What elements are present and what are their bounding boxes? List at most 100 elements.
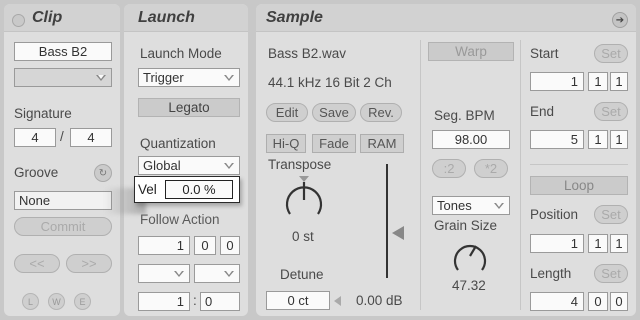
follow-action-b-dropdown[interactable] — [194, 264, 240, 283]
velocity-label: Vel — [138, 182, 157, 197]
sample-panel: Sample ➔ Bass B2.wav 44.1 kHz 16 Bit 2 C… — [256, 4, 636, 316]
warp-mode-value: Tones — [437, 198, 472, 213]
start-sixteenths[interactable]: 1 — [610, 72, 628, 91]
follow-chance-b[interactable]: 0 — [200, 292, 240, 311]
clip-activator-icon[interactable] — [12, 14, 25, 27]
separator-vertical — [420, 40, 421, 310]
clip-title: Clip — [32, 9, 63, 26]
fade-button[interactable]: Fade — [312, 134, 356, 153]
loop-button[interactable]: Loop — [530, 176, 628, 195]
grain-size-value: 47.32 — [452, 278, 486, 293]
half-tempo-button[interactable]: :2 — [432, 159, 466, 178]
next-button[interactable]: >> — [66, 254, 112, 273]
gain-slider-track[interactable] — [386, 164, 388, 278]
hiq-button[interactable]: Hi-Q — [266, 134, 306, 153]
detune-label: Detune — [280, 267, 324, 282]
chevron-down-icon — [174, 271, 184, 277]
edit-button[interactable]: Edit — [266, 103, 308, 122]
signature-denominator[interactable]: 4 — [70, 128, 112, 147]
launch-title: Launch — [138, 9, 195, 26]
follow-action-a-dropdown[interactable] — [138, 264, 190, 283]
start-bars[interactable]: 1 — [530, 72, 584, 91]
sample-title: Sample — [266, 9, 323, 26]
signature-numerator[interactable]: 4 — [14, 128, 56, 147]
warp-button[interactable]: Warp — [428, 42, 514, 61]
length-set-button[interactable]: Set — [594, 264, 628, 283]
chevron-down-icon — [224, 75, 234, 81]
start-beats[interactable]: 1 — [588, 72, 608, 91]
grain-size-knob[interactable] — [450, 238, 490, 274]
follow-time-bars[interactable]: 1 — [138, 236, 190, 255]
gain-slider-handle-icon[interactable] — [392, 226, 404, 240]
expand-arrow-icon[interactable]: ➔ — [612, 12, 628, 28]
save-button[interactable]: Save — [312, 103, 356, 122]
rev-button[interactable]: Rev. — [360, 103, 402, 122]
groove-hot-swap-icon[interactable]: ↻ — [94, 164, 112, 182]
quantization-label: Quantization — [140, 136, 216, 151]
follow-chance-separator: : — [193, 293, 197, 308]
clip-name-field[interactable]: Bass B2 — [14, 42, 112, 61]
transpose-indicator-icon — [299, 176, 309, 182]
prev-button[interactable]: << — [14, 254, 60, 273]
warp-mode-dropdown[interactable]: Tones — [432, 196, 510, 215]
sample-format: 44.1 kHz 16 Bit 2 Ch — [268, 75, 392, 90]
end-beats[interactable]: 1 — [588, 130, 608, 149]
sample-filename: Bass B2.wav — [268, 46, 347, 61]
launch-mode-dropdown[interactable]: Trigger — [138, 68, 240, 87]
follow-chance-a[interactable]: 1 — [138, 292, 190, 311]
transpose-knob[interactable] — [280, 176, 328, 220]
clip-box-l-icon[interactable]: L — [22, 293, 39, 310]
length-bars[interactable]: 4 — [530, 292, 584, 311]
double-tempo-button[interactable]: *2 — [474, 159, 508, 178]
launch-mode-label: Launch Mode — [140, 46, 222, 61]
velocity-field[interactable]: 0.0 % — [165, 180, 233, 199]
chevron-down-icon — [224, 271, 234, 277]
clip-color-dropdown[interactable] — [14, 68, 112, 87]
transpose-label: Transpose — [268, 157, 332, 172]
launch-panel: Launch Launch Mode Trigger Legato Quanti… — [124, 4, 248, 316]
follow-time-beats[interactable]: 0 — [194, 236, 216, 255]
separator-vertical — [520, 40, 521, 310]
clip-box-e-icon[interactable]: E — [74, 293, 91, 310]
end-sixteenths[interactable]: 1 — [610, 130, 628, 149]
detune-field[interactable]: 0 ct — [266, 291, 330, 310]
length-beats[interactable]: 0 — [588, 292, 608, 311]
chevron-down-icon — [96, 75, 106, 81]
end-label: End — [530, 104, 555, 119]
position-set-button[interactable]: Set — [594, 205, 628, 224]
commit-button[interactable]: Commit — [14, 217, 112, 236]
length-sixteenths[interactable]: 0 — [610, 292, 628, 311]
chevron-down-icon — [224, 163, 234, 169]
position-bars[interactable]: 1 — [530, 234, 584, 253]
groove-field[interactable]: None — [14, 191, 112, 210]
grain-size-label: Grain Size — [434, 218, 498, 233]
end-set-button[interactable]: Set — [594, 102, 628, 121]
end-bars[interactable]: 5 — [530, 130, 584, 149]
transpose-value: 0 st — [292, 229, 314, 244]
chevron-down-icon — [494, 203, 504, 209]
start-label: Start — [530, 46, 559, 61]
separator-horizontal — [530, 164, 628, 165]
seg-bpm-field[interactable]: 98.00 — [432, 130, 510, 149]
signature-label: Signature — [14, 106, 72, 121]
launch-mode-value: Trigger — [143, 70, 184, 85]
detune-arrow-icon — [334, 296, 341, 306]
position-sixteenths[interactable]: 1 — [610, 234, 628, 253]
position-label: Position — [530, 207, 579, 222]
ram-button[interactable]: RAM — [360, 134, 404, 153]
start-set-button[interactable]: Set — [594, 44, 628, 63]
follow-time-sixteenths[interactable]: 0 — [220, 236, 240, 255]
gain-value: 0.00 dB — [356, 293, 403, 308]
groove-label: Groove — [14, 165, 59, 180]
clip-box-w-icon[interactable]: W — [48, 293, 65, 310]
legato-button[interactable]: Legato — [138, 98, 240, 117]
velocity-highlight-box: Vel 0.0 % — [134, 176, 240, 203]
signature-separator: / — [60, 129, 64, 144]
position-beats[interactable]: 1 — [588, 234, 608, 253]
follow-action-label: Follow Action — [140, 212, 220, 227]
seg-bpm-label: Seg. BPM — [434, 108, 495, 123]
clip-panel: Clip Bass B2 Signature 4 / 4 Groove ↻ No… — [4, 4, 120, 316]
length-label: Length — [530, 266, 572, 281]
quantization-dropdown[interactable]: Global — [138, 156, 240, 175]
quantization-value: Global — [143, 158, 181, 173]
